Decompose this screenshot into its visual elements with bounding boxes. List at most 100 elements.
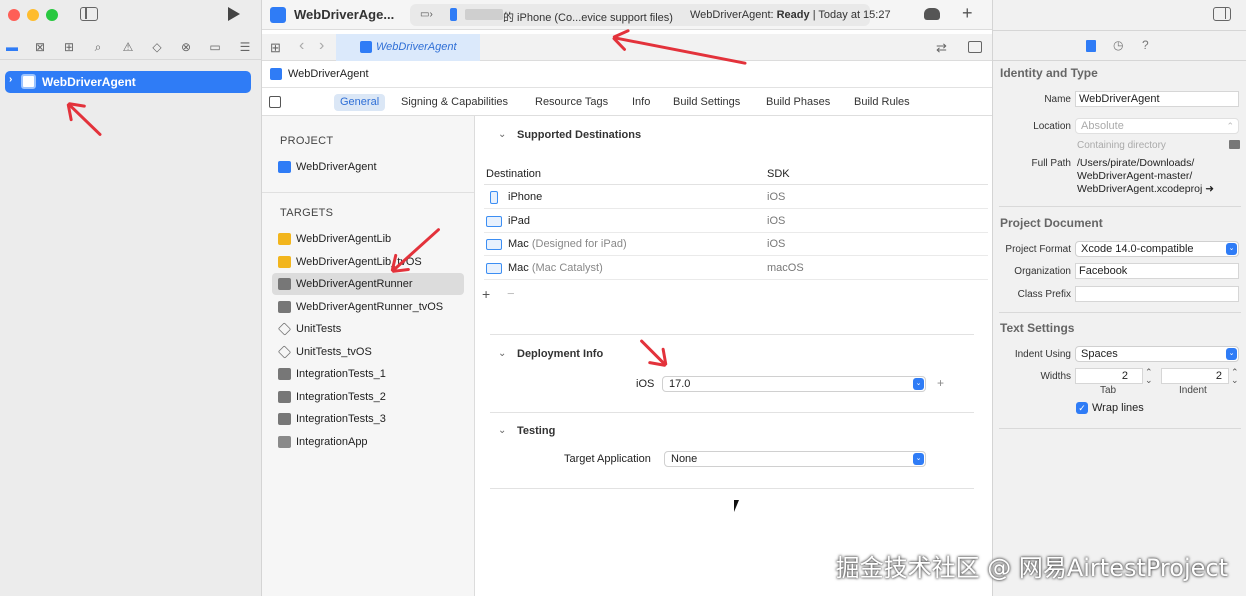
remove-destination-button[interactable]: − bbox=[507, 286, 515, 301]
window-toolbar-left bbox=[0, 0, 262, 30]
redacted-device-owner bbox=[465, 9, 503, 20]
forward-chevron-icon[interactable]: › bbox=[319, 37, 324, 55]
full-path-line: WebDriverAgent-master/ bbox=[1077, 170, 1193, 182]
add-editor-split-icon[interactable] bbox=[968, 41, 982, 53]
ipad-icon bbox=[486, 215, 502, 227]
reveal-arrow-icon[interactable]: ➜ bbox=[1205, 183, 1214, 195]
location-popup[interactable]: Absolute ⌃ bbox=[1075, 118, 1239, 134]
ios-version-value: 17.0 bbox=[669, 378, 691, 390]
file-inspector-icon[interactable] bbox=[1086, 40, 1096, 52]
build-status-time: | Today at 15:27 bbox=[809, 9, 891, 21]
source-control-icon[interactable]: ⊠ bbox=[32, 39, 48, 55]
find-icon[interactable]: ⌕ bbox=[90, 39, 106, 55]
tab-info[interactable]: Info bbox=[626, 94, 656, 111]
tab-signing-capabilities[interactable]: Signing & Capabilities bbox=[395, 94, 514, 111]
back-chevron-icon[interactable]: ‹ bbox=[299, 37, 304, 55]
tab-build-rules[interactable]: Build Rules bbox=[848, 94, 916, 111]
collapse-chevron-icon[interactable]: ⌄ bbox=[498, 129, 506, 140]
run-destination-label[interactable]: 的 iPhone (Co...evice support files) bbox=[503, 9, 673, 25]
run-button-play-icon[interactable] bbox=[228, 7, 240, 21]
tab-width-field[interactable]: 2 bbox=[1075, 368, 1143, 384]
wrap-lines-checkbox[interactable]: ✓ bbox=[1076, 402, 1088, 414]
project-item[interactable]: WebDriverAgent bbox=[272, 156, 464, 178]
close-window-button[interactable] bbox=[8, 9, 20, 21]
grid-icon[interactable]: ⊞ bbox=[270, 40, 281, 56]
collapse-chevron-icon[interactable]: ⌄ bbox=[498, 425, 506, 436]
tab-general[interactable]: General bbox=[334, 94, 386, 111]
scheme-icon[interactable]: ▭› bbox=[420, 9, 433, 20]
full-path-label: Full Path bbox=[1031, 158, 1071, 169]
destination-row[interactable]: Mac (Designed for iPad) iOS bbox=[484, 233, 988, 256]
tab-resource-tags[interactable]: Resource Tags bbox=[529, 94, 614, 111]
sidebar-toggle-icon[interactable] bbox=[80, 7, 98, 21]
target-list-toggle-icon[interactable] bbox=[269, 96, 281, 108]
indent-using-popup[interactable]: Spaces ⌄ bbox=[1075, 346, 1239, 362]
disclosure-chevron-icon[interactable]: › bbox=[9, 74, 12, 85]
organization-field[interactable]: Facebook bbox=[1075, 263, 1239, 279]
history-clock-icon[interactable]: ◷ bbox=[1113, 38, 1123, 52]
divider bbox=[490, 334, 974, 335]
folder-icon[interactable]: ▬ bbox=[4, 39, 20, 55]
organization-label: Organization bbox=[1014, 266, 1071, 277]
test-diamond-icon[interactable]: ◇ bbox=[149, 39, 165, 55]
target-application-popup[interactable]: None ⌄ bbox=[664, 451, 926, 467]
ios-version-popup[interactable]: 17.0 ⌄ bbox=[662, 376, 926, 392]
text-settings-title: Text Settings bbox=[1000, 321, 1075, 335]
target-row[interactable]: UnitTests bbox=[272, 318, 464, 340]
breakpoint-icon[interactable]: ▭ bbox=[207, 39, 223, 55]
navigator-tabs: ▬ ⊠ ⊞ ⌕ ⚠ ◇ ⊗ ▭ ☰ bbox=[0, 34, 262, 60]
toolbar-project-title[interactable]: WebDriverAge... bbox=[294, 7, 394, 22]
name-field[interactable]: WebDriverAgent bbox=[1075, 91, 1239, 107]
collapse-chevron-icon[interactable]: ⌄ bbox=[498, 348, 506, 359]
debug-icon[interactable]: ⊗ bbox=[178, 39, 194, 55]
zoom-window-button[interactable] bbox=[46, 9, 58, 21]
folder-icon[interactable] bbox=[1229, 140, 1240, 149]
indent-width-field[interactable]: 2 bbox=[1161, 368, 1229, 384]
ios-label: iOS bbox=[636, 378, 655, 390]
destination-column-header[interactable]: Destination bbox=[486, 168, 541, 180]
breadcrumb-project[interactable]: WebDriverAgent bbox=[288, 68, 369, 80]
report-icon[interactable]: ☰ bbox=[237, 39, 253, 55]
tab-build-phases[interactable]: Build Phases bbox=[760, 94, 836, 111]
class-prefix-field[interactable] bbox=[1075, 286, 1239, 302]
target-label: WebDriverAgentLib bbox=[296, 233, 392, 245]
destination-row[interactable]: Mac (Mac Catalyst) macOS bbox=[484, 257, 988, 280]
target-application-label: Target Application bbox=[564, 453, 651, 465]
target-label: IntegrationApp bbox=[296, 435, 368, 448]
targets-header: TARGETS bbox=[280, 207, 334, 219]
help-icon[interactable]: ? bbox=[1142, 38, 1149, 52]
target-row[interactable]: UnitTests_tvOS bbox=[272, 341, 464, 363]
destination-row[interactable]: iPhone iOS bbox=[484, 186, 988, 209]
add-icon[interactable]: + bbox=[962, 3, 973, 24]
project-format-popup[interactable]: Xcode 14.0-compatible ⌄ bbox=[1075, 241, 1239, 257]
tab-build-settings[interactable]: Build Settings bbox=[667, 94, 746, 111]
indent-width-stepper[interactable]: ⌃ ⌄ bbox=[1231, 368, 1239, 385]
build-status: WebDriverAgent: Ready | Today at 15:27 bbox=[690, 9, 891, 21]
navigator-project-item[interactable]: › WebDriverAgent bbox=[5, 71, 251, 93]
add-destination-button[interactable]: + bbox=[482, 286, 490, 302]
scheme-status-bar[interactable]: ▭› 的 iPhone (Co...evice support files) W… bbox=[410, 4, 891, 26]
target-row[interactable]: WebDriverAgentRunner bbox=[272, 273, 464, 295]
target-row[interactable]: WebDriverAgentRunner_tvOS bbox=[272, 296, 464, 318]
sdk-column-header[interactable]: SDK bbox=[767, 168, 790, 180]
target-row[interactable]: IntegrationTests_1 bbox=[272, 363, 464, 385]
symbol-navigator-icon[interactable]: ⊞ bbox=[61, 39, 77, 55]
issue-warning-icon[interactable]: ⚠ bbox=[120, 39, 136, 55]
target-row[interactable]: IntegrationTests_2 bbox=[272, 386, 464, 408]
class-prefix-label: Class Prefix bbox=[1017, 289, 1071, 300]
inspector-toggle-icon[interactable] bbox=[1213, 7, 1231, 21]
target-row[interactable]: IntegrationApp bbox=[272, 431, 464, 453]
target-row[interactable]: WebDriverAgentLib_tvOS bbox=[272, 251, 464, 273]
tab-caption: Tab bbox=[1100, 385, 1117, 396]
minimize-window-button[interactable] bbox=[27, 9, 39, 21]
destination-row[interactable]: iPad iOS bbox=[484, 210, 988, 233]
target-row[interactable]: IntegrationTests_3 bbox=[272, 408, 464, 430]
destination-sdk: iOS bbox=[767, 191, 786, 203]
swap-arrows-icon[interactable]: ⇄ bbox=[936, 40, 947, 56]
cloud-icon[interactable] bbox=[924, 8, 940, 20]
divider bbox=[999, 312, 1241, 313]
file-inspector: ◷ ? Identity and Type Name WebDriverAgen… bbox=[992, 0, 1246, 596]
tab-width-stepper[interactable]: ⌃ ⌄ bbox=[1145, 368, 1153, 385]
file-tab[interactable]: WebDriverAgent bbox=[336, 34, 480, 61]
add-platform-button[interactable]: + bbox=[937, 376, 944, 390]
